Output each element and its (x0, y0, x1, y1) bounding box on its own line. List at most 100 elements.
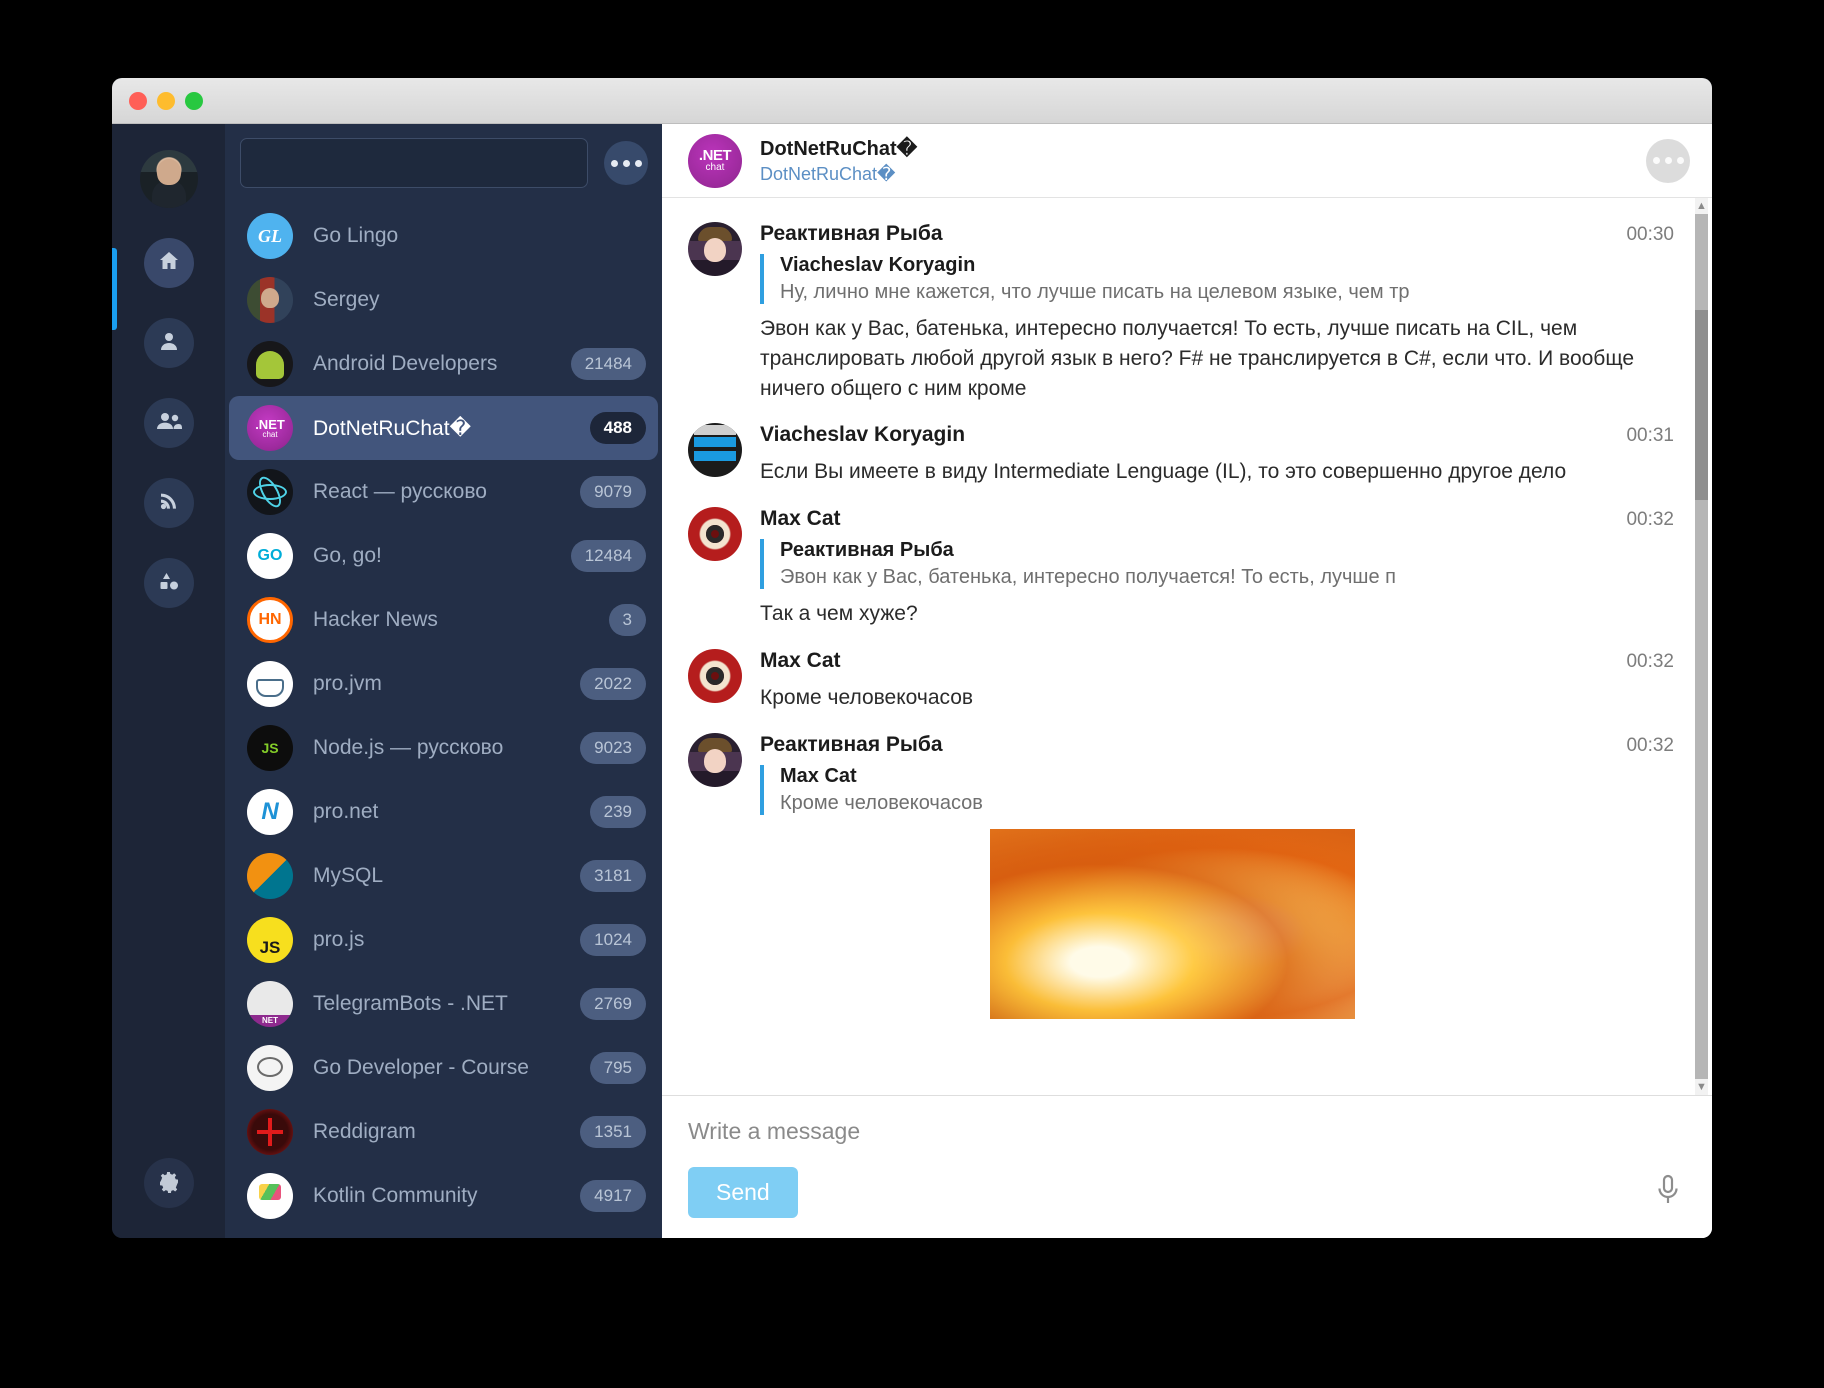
message-avatar[interactable] (688, 423, 742, 478)
dot-icon (1676, 157, 1684, 164)
chat-list-item[interactable]: Hacker News 3 (229, 588, 658, 652)
quoted-message[interactable]: Max Cat Кроме человекочасов (760, 764, 1674, 815)
chat-list-item[interactable]: .NET chat DotNetRuChat� 488 (229, 396, 658, 460)
quoted-message[interactable]: Реактивная Рыба Эвон как у Вас, батенька,… (760, 539, 1674, 590)
message-text: Так а чем хуже? (760, 602, 918, 626)
message-author[interactable]: Viacheslav Koryagin (760, 423, 965, 447)
message-author[interactable]: Реактивная Рыба (760, 222, 943, 246)
microphone-button[interactable] (1654, 1173, 1682, 1212)
chat-avatar (247, 1109, 293, 1155)
chat-list-more-button[interactable] (604, 141, 648, 185)
message-avatar[interactable] (688, 507, 742, 562)
chat-list-item[interactable]: Node.js — руссково 9023 (229, 716, 658, 780)
unread-badge: 3181 (580, 860, 646, 892)
scrollbar-track-bottom[interactable] (1695, 500, 1708, 1079)
conversation-avatar-chat-label: chat (705, 162, 725, 173)
user-avatar[interactable] (139, 150, 198, 208)
page-title: DotNetRuChat� (760, 138, 918, 160)
message-body: Реактивная Рыба 00:30 Viacheslav Koryagin Н… (760, 222, 1674, 403)
quoted-message[interactable]: Viacheslav Koryagin Ну, лично мне кажется… (760, 254, 1674, 304)
unread-badge: 21484 (570, 348, 646, 380)
chat-list-item[interactable]: React — руссково 9079 (229, 460, 658, 524)
message[interactable]: Реактивная Рыба 00:30 Viacheslav Koryagin Н… (662, 212, 1712, 413)
shapes-icon (157, 569, 181, 598)
minimize-window-button[interactable] (157, 91, 175, 110)
message[interactable]: Реактивная Рыба 00:32 Max Cat Кроме человек… (662, 723, 1712, 1029)
sidebar-item-bots[interactable] (143, 558, 194, 608)
chat-avatar (247, 277, 293, 323)
quoted-author: Viacheslav Koryagin (780, 254, 976, 276)
chat-name: Kotlin Community (313, 1184, 478, 1207)
search-input[interactable] (240, 138, 588, 188)
avatar-net-label: .NET (255, 416, 285, 432)
conversation-more-button[interactable] (1646, 138, 1690, 183)
message-text: Если Вы имеете в виду Intermediate Lengu… (760, 460, 1567, 484)
message-avatar[interactable] (688, 732, 742, 787)
chat-name: pro.net (313, 800, 379, 823)
message-author[interactable]: Max Cat (760, 649, 841, 673)
message-author[interactable]: Реактивная Рыба (760, 733, 943, 757)
chat-list-header (225, 124, 662, 202)
message-body: Max Cat 00:32 Кроме человекочасов (760, 649, 1674, 713)
quoted-text: Ну, лично мне кажется, что лучше писать … (780, 281, 1410, 303)
chat-avatar (247, 853, 293, 899)
conversation-avatar: .NET chat (688, 133, 742, 188)
close-window-button[interactable] (129, 91, 147, 110)
chat-name: React — руссково (313, 480, 487, 503)
sidebar-item-home[interactable] (143, 238, 194, 288)
scroll-up-arrow-icon[interactable]: ▲ (1695, 198, 1708, 214)
sidebar-item-settings[interactable] (143, 1158, 194, 1208)
chat-list[interactable]: Go Lingo Sergey Android Developers 21484 .NE… (225, 202, 662, 1238)
message[interactable]: Max Cat 00:32 Кроме человекочасов (662, 639, 1712, 723)
message[interactable]: Viacheslav Koryagin 00:31 Если Вы имеете в… (662, 413, 1712, 497)
message-header: Max Cat 00:32 (760, 649, 1674, 673)
chat-list-item[interactable]: Reddigram 1351 (229, 1100, 658, 1164)
message-scrollbar[interactable]: ▲ ▼ (1695, 198, 1708, 1095)
message-text: Эвон как у Вас, батенька, интересно полу… (760, 317, 1635, 400)
chat-list-item[interactable]: Android Developers 21484 (229, 332, 658, 396)
scrollbar-thumb[interactable] (1695, 310, 1708, 500)
maximize-window-button[interactable] (185, 91, 203, 110)
message-photo[interactable] (990, 828, 1355, 1019)
chat-avatar (247, 917, 293, 963)
message-avatar[interactable] (688, 222, 742, 276)
message-list[interactable]: Реактивная Рыба 00:30 Viacheslav Koryagin Н… (662, 198, 1712, 1095)
people-icon (156, 409, 182, 438)
conversation-subtitle: DotNetRuChat� (760, 164, 896, 184)
dot-icon (622, 159, 630, 167)
message[interactable]: Max Cat 00:32 Реактивная Рыба Эвон как у Ва… (662, 497, 1712, 639)
chat-name: Hacker News (313, 608, 438, 631)
chat-list-item[interactable]: Go Lingo (229, 204, 658, 268)
message-author[interactable]: Max Cat (760, 507, 841, 531)
home-icon (157, 249, 181, 278)
chat-list-item[interactable]: pro.js 1024 (229, 908, 658, 972)
scroll-down-arrow-icon[interactable]: ▼ (1695, 1079, 1708, 1095)
chat-avatar (247, 981, 293, 1027)
chat-list-item[interactable]: Kotlin Community 4917 (229, 1164, 658, 1228)
message-body: Viacheslav Koryagin 00:31 Если Вы имеете в… (760, 423, 1674, 487)
chat-list-item[interactable]: Sergey (229, 268, 658, 332)
chat-avatar (247, 789, 293, 835)
sidebar-item-contacts[interactable] (143, 318, 194, 368)
sidebar-item-groups[interactable] (143, 398, 194, 448)
chat-list-item[interactable]: TelegramBots - .NET 2769 (229, 972, 658, 1036)
message-time: 00:31 (1626, 425, 1674, 447)
message-input[interactable] (688, 1118, 1682, 1145)
chat-list-item[interactable]: Go Developer - Course 795 (229, 1036, 658, 1100)
send-button[interactable]: Send (688, 1167, 798, 1218)
message-header: Max Cat 00:32 (760, 507, 1674, 531)
chat-name: Android Developers (313, 352, 498, 375)
unread-badge: 9023 (580, 732, 646, 764)
active-nav-indicator (112, 248, 117, 330)
unread-badge: 795 (589, 1052, 646, 1084)
chat-name: Go Lingo (313, 224, 399, 247)
sidebar-item-channels[interactable] (143, 478, 194, 528)
chat-list-item[interactable]: pro.jvm 2022 (229, 652, 658, 716)
conversation-pane: .NET chat DotNetRuChat� DotNetRuChat� Ре… (662, 124, 1712, 1238)
chat-avatar (247, 533, 293, 579)
message-avatar[interactable] (688, 649, 742, 704)
chat-list-item[interactable]: MySQL 3181 (229, 844, 658, 908)
scrollbar-track-top[interactable] (1695, 214, 1708, 310)
chat-list-item[interactable]: Go, go! 12484 (229, 524, 658, 588)
chat-list-item[interactable]: pro.net 239 (229, 780, 658, 844)
